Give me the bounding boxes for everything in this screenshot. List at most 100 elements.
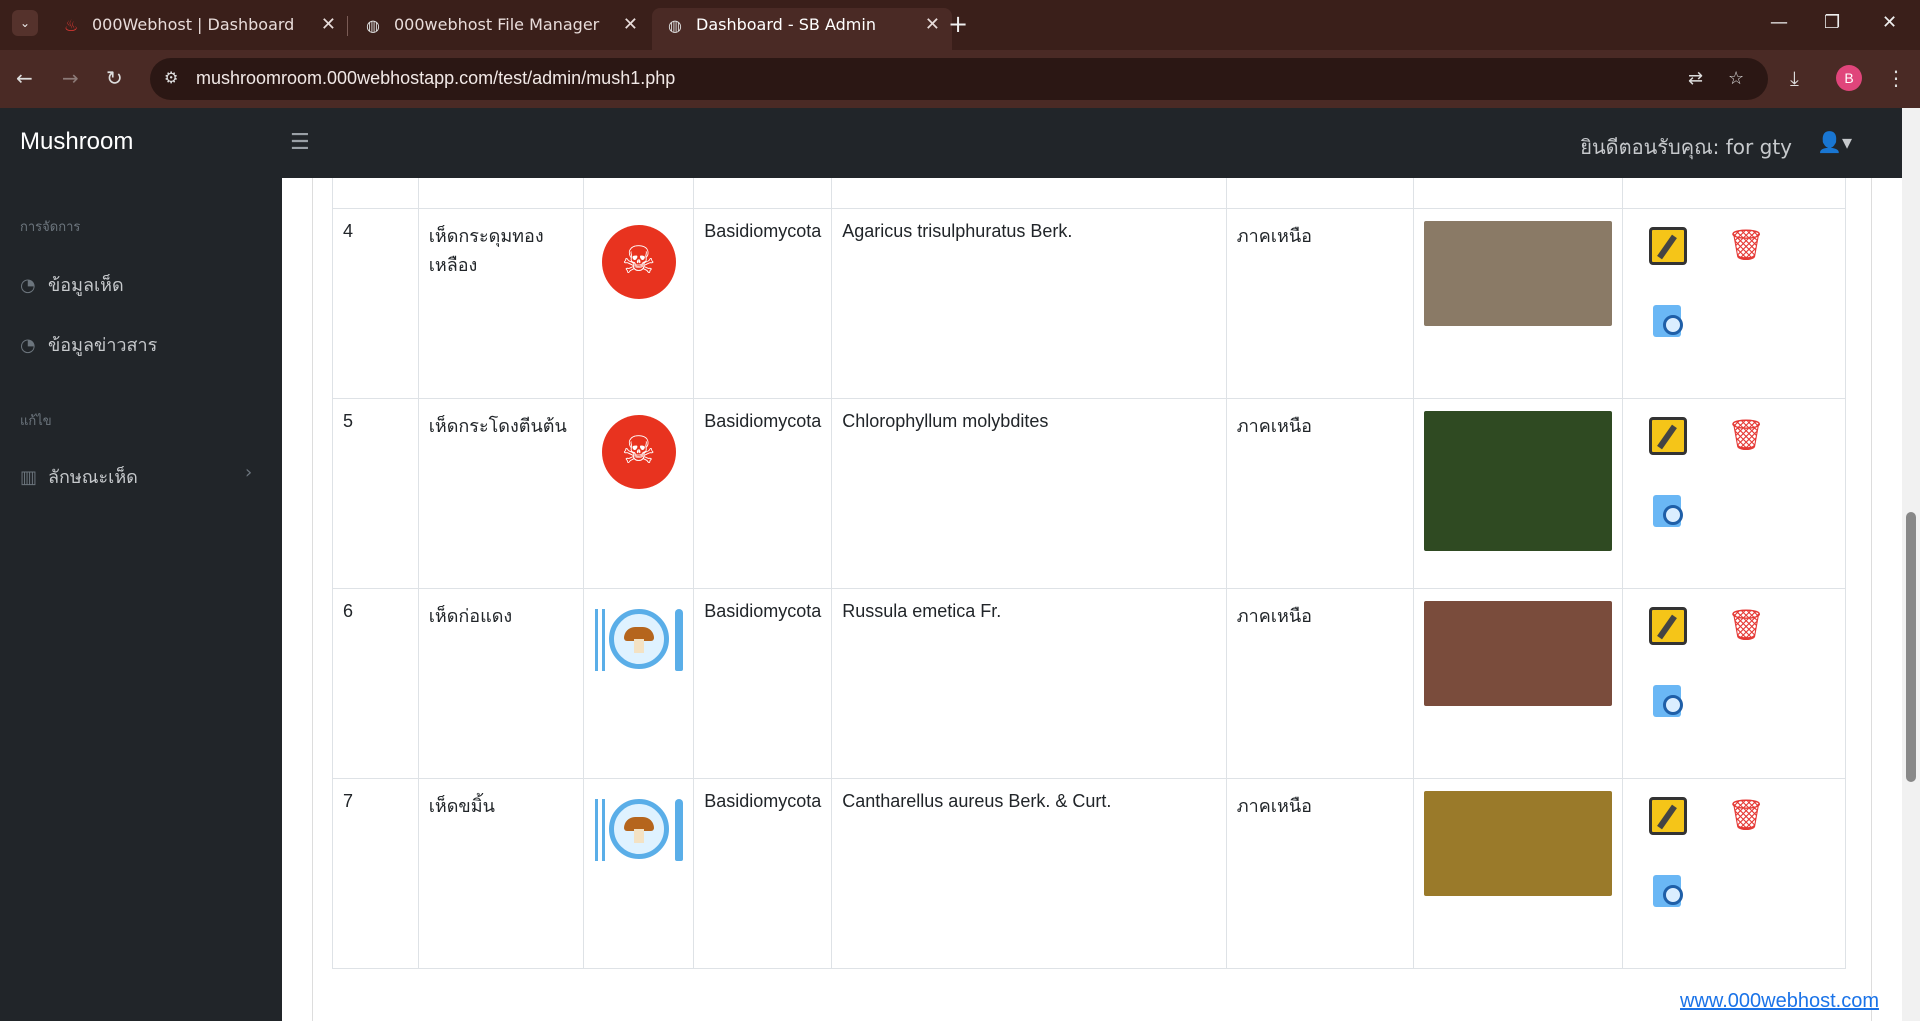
cell-division: [693, 178, 833, 209]
cell-name: [417, 178, 585, 209]
scientific-name: Russula emetica Fr.: [842, 601, 1002, 621]
cell-no: 6: [332, 588, 419, 779]
sidebar-item-news-data[interactable]: ◔ ข้อมูลข่าวสาร: [20, 330, 157, 359]
cell-name: เห็ดขมิ้น: [417, 778, 585, 969]
address-bar[interactable]: ⚙ mushroomroom.000webhostapp.com/test/ad…: [150, 58, 1768, 100]
delete-icon[interactable]: 🗑: [1727, 417, 1765, 455]
row-number: 6: [343, 601, 354, 621]
cell-region: ภาคเหนือ: [1225, 778, 1415, 969]
scientific-name: Cantharellus aureus Berk. & Curt.: [842, 791, 1112, 811]
view-details-icon[interactable]: [1653, 685, 1684, 717]
sidebar-heading-manage: การจัดการ: [20, 220, 81, 235]
edit-icon[interactable]: [1649, 607, 1688, 645]
brand-title[interactable]: Mushroom: [20, 128, 133, 156]
tab-title: Dashboard - SB Admin: [696, 15, 876, 34]
webhost-favicon-icon: ♨: [64, 16, 79, 35]
cell-scientific-name: Russula emetica Fr.: [831, 588, 1227, 779]
row-number: 7: [343, 791, 354, 811]
tab-search-button[interactable]: ⌄: [12, 10, 38, 36]
url-text[interactable]: mushroomroom.000webhostapp.com/test/admi…: [196, 68, 675, 89]
cell-type-icon: [583, 778, 695, 969]
edit-icon[interactable]: [1649, 797, 1688, 835]
cell-no: 5: [332, 398, 419, 589]
new-tab-button[interactable]: +: [948, 10, 968, 38]
cell-region: ภาคเหนือ: [1225, 208, 1415, 399]
cell-actions: 🗑: [1622, 208, 1846, 399]
cell-name: เห็ดก่อแดง: [417, 588, 585, 779]
cell-type-icon: ☠: [583, 178, 695, 209]
mushroom-photo: [1424, 411, 1613, 551]
cell-photo: [1413, 588, 1624, 779]
scientific-name: Agaricus trisulphuratus Berk.: [842, 221, 1073, 241]
cell-photo: [1413, 398, 1624, 589]
tab-title: 000webhost File Manager: [394, 15, 600, 34]
cell-division: Basidiomycota: [693, 778, 833, 969]
division-text: Basidiomycota: [704, 411, 822, 431]
sidebar: การจัดการ ◔ ข้อมูลเห็ด ◔ ข้อมูลข่าวสาร แก้…: [0, 178, 282, 1021]
translate-icon[interactable]: ⇄: [1688, 68, 1703, 89]
window-close-button[interactable]: ✕: [1882, 12, 1897, 33]
bookmark-star-icon[interactable]: ☆: [1728, 68, 1744, 89]
tab-webhost-dashboard[interactable]: ♨ 000Webhost | Dashboard ✕: [48, 8, 348, 44]
download-icon[interactable]: ⤓: [1790, 66, 1799, 90]
view-details-icon[interactable]: [1653, 875, 1684, 907]
cell-name: เห็ดกระดุมทองเหลือง: [417, 208, 585, 399]
region-text: ภาคเหนือ: [1236, 226, 1312, 246]
cell-photo: [1413, 208, 1624, 399]
view-details-icon[interactable]: [1653, 495, 1684, 527]
close-icon[interactable]: ✕: [623, 8, 638, 42]
reload-icon[interactable]: ↻: [106, 66, 123, 90]
user-menu-icon[interactable]: 👤▾: [1817, 130, 1852, 154]
browser-menu-icon[interactable]: ⋮: [1886, 66, 1906, 90]
region-text: ภาคเหนือ: [1236, 416, 1312, 436]
mushroom-photo: [1424, 791, 1613, 896]
minimize-button[interactable]: —: [1770, 12, 1788, 33]
cell-photo: [1413, 178, 1624, 209]
division-text: Basidiomycota: [704, 601, 822, 621]
delete-icon[interactable]: 🗑: [1727, 797, 1765, 835]
sidebar-toggle-icon[interactable]: ☰: [290, 130, 310, 155]
sidebar-heading-edit: แก้ไข: [20, 414, 52, 429]
cell-division: Basidiomycota: [693, 208, 833, 399]
table-row: 4 เห็ดกระดุมทองเหลือง ☠ Basidiomycota Agaric…: [332, 208, 1846, 399]
mushroom-photo: [1424, 221, 1613, 326]
cell-name: เห็ดกระโดงตีนต้น: [417, 398, 585, 589]
cell-type-icon: ☠: [583, 208, 695, 399]
dashboard-icon: ◔: [20, 335, 36, 356]
cell-scientific-name: Chlorophyllum molybdites: [831, 398, 1227, 589]
restore-button[interactable]: ❐: [1824, 12, 1840, 33]
edit-icon[interactable]: [1649, 417, 1688, 455]
region-text: ภาคเหนือ: [1236, 796, 1312, 816]
page-scrollbar[interactable]: [1902, 108, 1920, 1021]
mushroom-name: เห็ดก่อแดง: [428, 606, 513, 626]
profile-avatar[interactable]: B: [1836, 65, 1862, 91]
edit-icon[interactable]: [1649, 227, 1688, 265]
browser-toolbar: ← → ↻ ⚙ mushroomroom.000webhostapp.com/t…: [0, 50, 1920, 108]
table-row: 5 เห็ดกระโดงตีนต้น ☠ Basidiomycota Chlorophy…: [332, 398, 1846, 589]
delete-icon[interactable]: 🗑: [1727, 227, 1765, 265]
division-text: Basidiomycota: [704, 221, 822, 241]
sidebar-item-mushroom-features[interactable]: ▥ ลักษณะเห็ด ›: [20, 462, 252, 491]
mushroom-table: ☠🗑4เห็ดกระดุมทองเหลือง☠BasidiomycotaAgar…: [332, 178, 1846, 969]
globe-icon: ◍: [668, 16, 682, 35]
forward-icon[interactable]: →: [62, 66, 79, 90]
chevron-right-icon: ›: [245, 462, 253, 483]
delete-icon[interactable]: 🗑: [1727, 607, 1765, 645]
mushroom-name: เห็ดขมิ้น: [428, 796, 495, 816]
close-icon[interactable]: ✕: [925, 8, 940, 42]
tab-file-manager[interactable]: ◍ 000webhost File Manager ✕: [350, 8, 650, 44]
row-number: 5: [343, 411, 354, 431]
scrollbar-thumb[interactable]: [1906, 512, 1916, 782]
close-icon[interactable]: ✕: [321, 8, 336, 42]
tab-sb-admin[interactable]: ◍ Dashboard - SB Admin ✕: [652, 8, 952, 50]
back-icon[interactable]: ←: [16, 66, 33, 90]
cell-scientific-name: Agaricus trisulphuratus Berk.: [831, 208, 1227, 399]
view-details-icon[interactable]: [1653, 305, 1684, 337]
site-info-icon[interactable]: ⚙: [164, 68, 178, 87]
cell-actions: 🗑: [1622, 398, 1846, 589]
sidebar-item-mushroom-data[interactable]: ◔ ข้อมูลเห็ด: [20, 270, 124, 299]
cell-no: 7: [332, 778, 419, 969]
webhost-footer-link[interactable]: www.000webhost.com: [1680, 990, 1879, 1013]
cell-actions: 🗑: [1622, 778, 1846, 969]
welcome-text: ยินดีตอนรับคุณ: for gty: [1580, 135, 1792, 159]
